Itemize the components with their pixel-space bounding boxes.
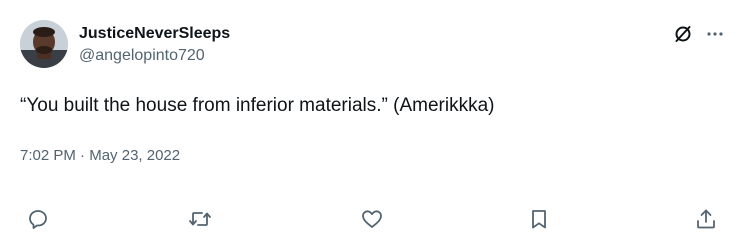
tweet-timestamp: 7:02 PM · May 23, 2022	[20, 146, 180, 166]
bookmark-icon	[532, 210, 546, 229]
author-block: JusticeNeverSleeps @angelopinto720	[79, 24, 230, 66]
user-handle[interactable]: @angelopinto720	[79, 46, 230, 66]
like-button[interactable]	[358, 205, 386, 233]
bookmark-button[interactable]	[525, 205, 553, 233]
reply-button[interactable]	[24, 205, 52, 233]
ellipsis-icon[interactable]	[705, 24, 725, 44]
share-icon	[697, 209, 715, 229]
action-bar	[0, 205, 743, 233]
retweet-button[interactable]	[186, 205, 214, 233]
avatar[interactable]	[20, 20, 68, 68]
meta-separator: ·	[75, 147, 90, 164]
tweet-card: JusticeNeverSleeps @angelopinto720 “You …	[0, 0, 743, 247]
retweet-icon	[189, 212, 211, 226]
slashed-circle-icon[interactable]	[673, 24, 693, 44]
share-button[interactable]	[692, 205, 720, 233]
display-name[interactable]: JusticeNeverSleeps	[79, 24, 230, 44]
reply-icon	[29, 210, 47, 229]
profile-photo-icon	[20, 20, 68, 68]
tweet-time[interactable]: 7:02 PM	[20, 147, 76, 164]
tweet-text: “You built the house from inferior mater…	[20, 95, 495, 116]
tweet-date[interactable]: May 23, 2022	[89, 147, 180, 164]
heart-icon	[362, 210, 382, 228]
header-actions	[673, 24, 725, 44]
